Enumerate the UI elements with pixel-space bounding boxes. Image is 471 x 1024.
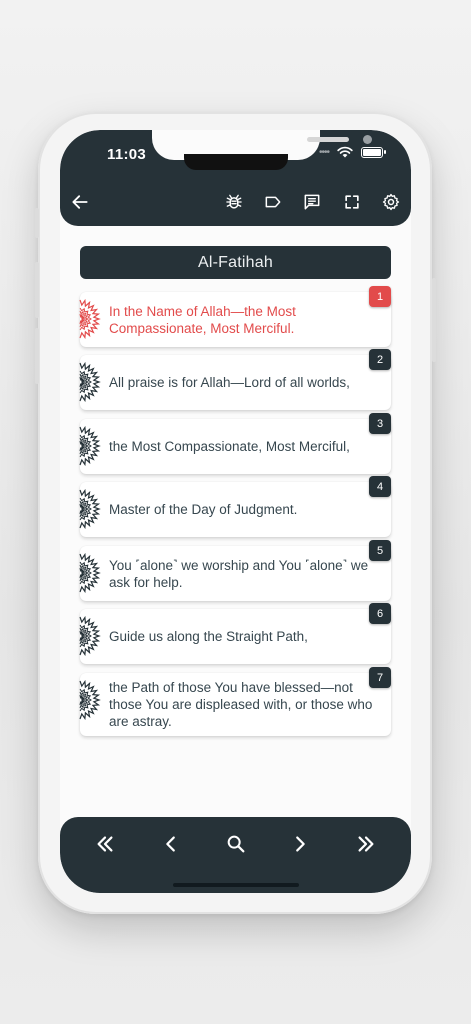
ayah-card-2[interactable]: All praise is for Allah—Lord of all worl…	[79, 349, 391, 410]
back-arrow-icon[interactable]	[68, 190, 92, 214]
fullscreen-icon[interactable]	[340, 190, 364, 214]
label-tag-icon[interactable]	[261, 190, 285, 214]
next-chevron-icon[interactable]	[285, 829, 315, 859]
ayah-number-badge: 4	[369, 476, 391, 497]
ayah-text: All praise is for Allah—Lord of all worl…	[109, 375, 350, 390]
ayah-card-4[interactable]: Master of the Day of Judgment. 4	[79, 476, 391, 537]
phone-side-button-volume-up	[35, 262, 39, 318]
rosette-ornament-icon	[79, 362, 101, 402]
rosette-ornament-icon	[79, 680, 101, 720]
search-icon[interactable]	[221, 829, 251, 859]
ayah-number-badge: 7	[369, 667, 391, 688]
rosette-ornament-icon	[79, 426, 101, 466]
ayah-number-badge: 2	[369, 349, 391, 370]
ayah-card-3[interactable]: the Most Compassionate, Most Merciful, 3	[79, 413, 391, 474]
bug-icon[interactable]	[222, 190, 246, 214]
ayah-text: Master of the Day of Judgment.	[109, 502, 298, 517]
ayah-card-5[interactable]: You ˹alone˺ we worship and You ˹alone˺ w…	[79, 540, 391, 601]
top-app-bar: 11:03 ••••	[60, 130, 411, 226]
phone-side-button-silent	[35, 208, 39, 238]
ayah-number-badge: 6	[369, 603, 391, 624]
dynamic-island	[184, 154, 288, 170]
ayah-number-badge: 1	[369, 286, 391, 307]
ayah-number-badge: 5	[369, 540, 391, 561]
last-double-chevron-icon[interactable]	[351, 829, 381, 859]
battery-icon	[361, 146, 386, 158]
toolbar	[60, 186, 411, 218]
phone-side-button-volume-down	[35, 328, 39, 384]
ayah-text: the Most Compassionate, Most Merciful,	[109, 439, 350, 454]
ayah-text: You ˹alone˺ we worship and You ˹alone˺ w…	[109, 557, 369, 590]
rosette-ornament-icon	[79, 616, 101, 656]
rosette-ornament-icon	[79, 489, 101, 529]
ayah-card-1[interactable]: In the Name of Allah—the Most Compassion…	[79, 286, 391, 347]
ayah-text: Guide us along the Straight Path,	[109, 629, 308, 644]
surah-title: Al-Fatihah	[80, 246, 391, 279]
rosette-ornament-icon	[79, 299, 101, 339]
app-screen: 11:03 •••• Al-Fatihah In the Name of All…	[60, 130, 411, 893]
phone-side-button-power	[432, 278, 436, 362]
rosette-ornament-icon	[79, 553, 101, 593]
previous-chevron-icon[interactable]	[156, 829, 186, 859]
ayah-text: In the Name of Allah—the Most Compassion…	[109, 303, 296, 336]
front-camera	[363, 135, 372, 144]
ayah-card-6[interactable]: Guide us along the Straight Path, 6	[79, 603, 391, 664]
ayah-card-7[interactable]: the Path of those You have blessed—not t…	[79, 667, 391, 736]
ayah-number-badge: 3	[369, 413, 391, 434]
status-icons: ••••	[318, 146, 386, 158]
settings-gear-icon[interactable]	[379, 190, 403, 214]
status-time: 11:03	[107, 146, 147, 163]
wifi-icon	[337, 146, 353, 158]
first-double-chevron-icon[interactable]	[90, 829, 120, 859]
ayah-text: the Path of those You have blessed—not t…	[109, 680, 373, 729]
home-indicator	[173, 883, 299, 887]
speaker-grille	[307, 137, 349, 142]
bottom-navigation-bar	[60, 817, 411, 893]
notes-icon[interactable]	[300, 190, 324, 214]
cellular-dots-icon: ••••	[318, 146, 330, 158]
